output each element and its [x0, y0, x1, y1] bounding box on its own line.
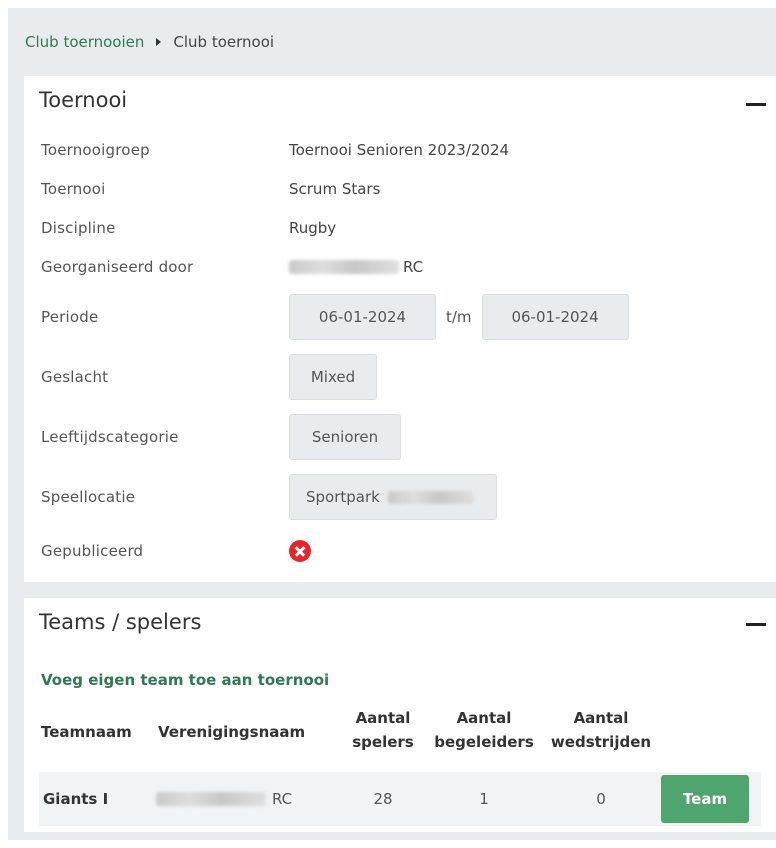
periode-value: 06-01-2024 t/m 06-01-2024	[289, 294, 629, 340]
tournament-card-title: Toernooi	[39, 88, 128, 112]
period-separator: t/m	[446, 308, 472, 326]
gepubliceerd-value	[289, 540, 311, 562]
club-suffix: RC	[272, 790, 293, 808]
breadcrumb-club-toernooien-link[interactable]: Club toernooien	[25, 33, 144, 51]
organizer-label: Georganiseerd door	[41, 258, 194, 276]
period-end-field: 06-01-2024	[481, 294, 629, 340]
row-leeftijdscategorie: Leeftijdscategorie Senioren	[41, 414, 776, 460]
teams-card-title: Teams / spelers	[39, 610, 202, 634]
discipline-value: Rugby	[289, 219, 337, 237]
toernooigroep-value: Toernooi Senioren 2023/2024	[289, 141, 510, 159]
collapse-minus-icon[interactable]	[746, 623, 766, 626]
players-count-cell: 28	[373, 790, 393, 808]
row-georganiseerd-door: Georganiseerd door RC	[41, 255, 776, 279]
toernooi-label: Toernooi	[41, 180, 106, 198]
periode-label: Periode	[41, 308, 99, 326]
toernooi-value: Scrum Stars	[289, 180, 381, 198]
header-aantal-wedstrijden: Aantal wedstrijden	[542, 706, 660, 754]
staff-count-cell: 1	[479, 790, 489, 808]
header-aantal-begeleiders-line2: begeleiders	[434, 733, 534, 751]
location-field: Sportpark	[289, 474, 497, 520]
geslacht-value: Mixed	[289, 354, 377, 400]
team-button[interactable]: Team	[661, 775, 749, 823]
age-category-field: Senioren	[289, 414, 401, 460]
header-aantal-begeleiders-line1: Aantal	[456, 709, 512, 727]
table-row: Giants I RC 28 1 0 Team	[39, 772, 761, 826]
discipline-label: Discipline	[41, 219, 116, 237]
breadcrumb-current: Club toernooi	[173, 33, 275, 51]
row-speellocatie: Speellocatie Sportpark	[41, 474, 776, 520]
club-redacted-name	[156, 792, 266, 806]
speellocatie-label: Speellocatie	[41, 488, 136, 506]
row-gepubliceerd: Gepubliceerd	[41, 538, 776, 564]
breadcrumb-separator-icon	[156, 38, 162, 46]
header-aantal-spelers-line1: Aantal	[355, 709, 411, 727]
organizer-suffix: RC	[403, 258, 424, 276]
leeftijdscategorie-value: Senioren	[289, 414, 401, 460]
teams-card: Teams / spelers Voeg eigen team toe aan …	[24, 598, 776, 832]
geslacht-label: Geslacht	[41, 368, 109, 386]
row-toernooigroep: Toernooigroep Toernooi Senioren 2023/202…	[41, 138, 776, 162]
header-teamnaam: Teamnaam	[41, 723, 132, 741]
speellocatie-value: Sportpark	[289, 474, 497, 520]
collapse-minus-icon[interactable]	[746, 103, 766, 106]
header-aantal-wedstrijden-line2: wedstrijden	[550, 733, 652, 751]
x-circle-icon	[289, 540, 311, 562]
gepubliceerd-label: Gepubliceerd	[41, 542, 144, 560]
club-name-cell: RC	[156, 772, 292, 826]
period-start-field: 06-01-2024	[289, 294, 436, 340]
leeftijdscategorie-label: Leeftijdscategorie	[41, 428, 179, 446]
row-discipline: Discipline Rugby	[41, 216, 776, 240]
organizer-value: RC	[289, 258, 423, 276]
location-prefix: Sportpark	[306, 488, 380, 506]
page: Club toernooien Club toernooi Toernooi T…	[8, 8, 776, 840]
gender-field: Mixed	[289, 354, 377, 400]
team-name-cell: Giants I	[43, 790, 109, 808]
tournament-card: Toernooi Toernooigroep Toernooi Senioren…	[24, 76, 776, 582]
organizer-redacted-name	[289, 260, 399, 274]
toernooigroep-label: Toernooigroep	[41, 141, 150, 159]
header-verenigingsnaam: Verenigingsnaam	[158, 723, 306, 741]
header-aantal-begeleiders: Aantal begeleiders	[428, 706, 540, 754]
row-geslacht: Geslacht Mixed	[41, 354, 776, 400]
add-own-team-link[interactable]: Voeg eigen team toe aan toernooi	[41, 671, 329, 689]
header-aantal-spelers-line2: spelers	[352, 733, 414, 751]
matches-count-cell: 0	[596, 790, 606, 808]
breadcrumb: Club toernooien Club toernooi	[25, 30, 274, 54]
header-aantal-wedstrijden-line1: Aantal	[573, 709, 629, 727]
row-periode: Periode 06-01-2024 t/m 06-01-2024	[41, 294, 776, 340]
header-aantal-spelers: Aantal spelers	[338, 706, 428, 754]
row-toernooi: Toernooi Scrum Stars	[41, 177, 776, 201]
location-redacted-name	[387, 490, 474, 504]
